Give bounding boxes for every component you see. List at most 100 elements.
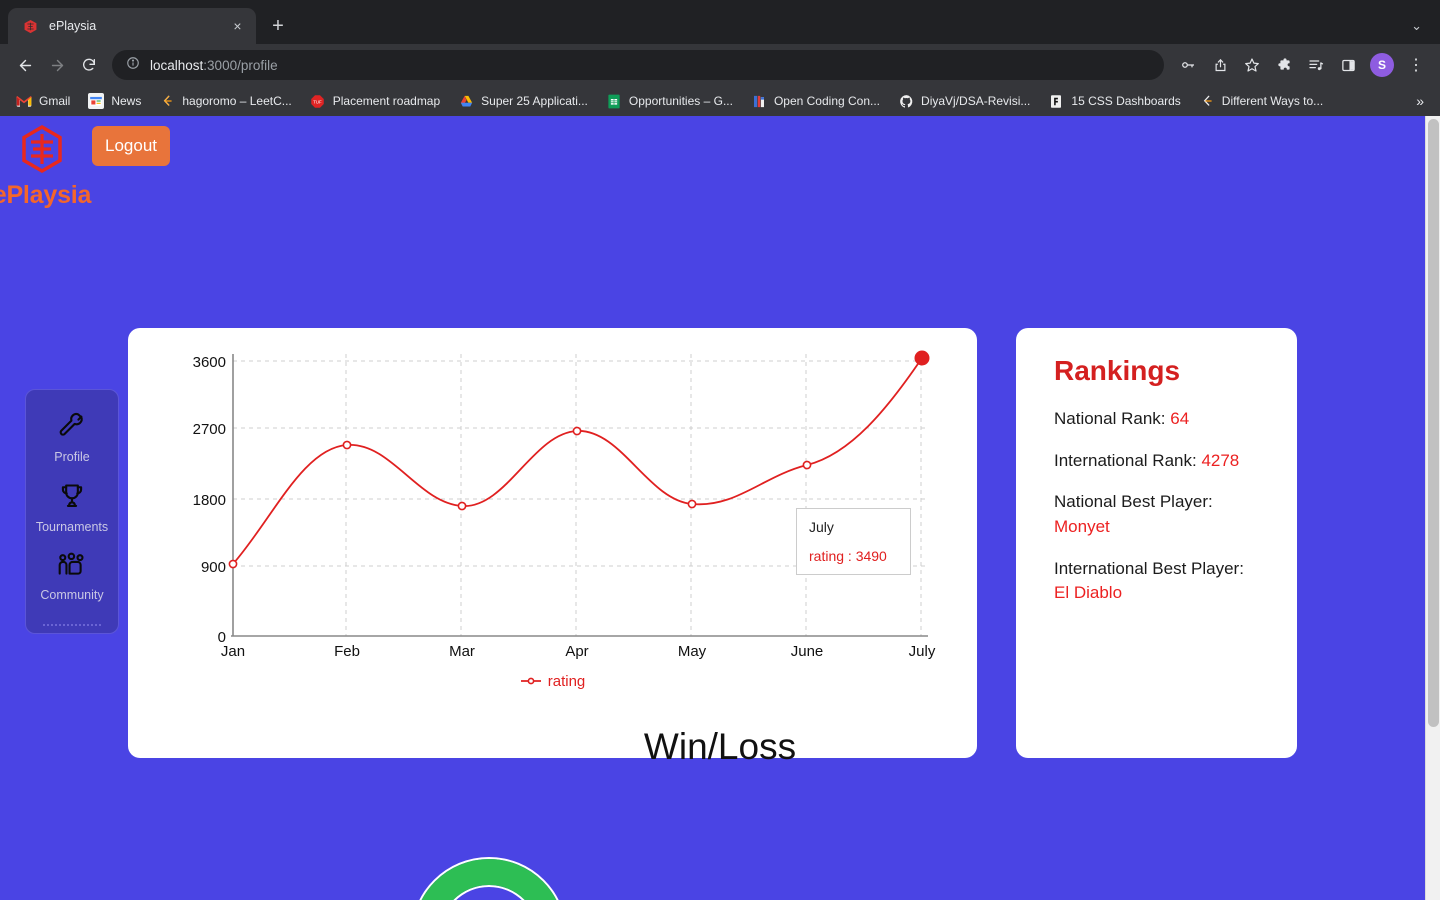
github-icon: [898, 93, 914, 109]
svg-text:3600: 3600: [193, 354, 226, 371]
bookmark-label: Super 25 Applicati...: [481, 94, 588, 108]
ranking-value: El Diablo: [1054, 583, 1123, 603]
chart-y-ticks: 3600 2700 1800 900 0: [193, 354, 226, 646]
ranking-label: National Rank:: [1054, 409, 1166, 428]
bookmark-different-ways[interactable]: Different Ways to...: [1191, 90, 1331, 112]
figma-icon: [1048, 93, 1064, 109]
sidebar-divider: [43, 624, 101, 626]
svg-text:Apr: Apr: [565, 643, 588, 660]
forward-icon[interactable]: [42, 50, 72, 80]
site-info-icon[interactable]: [126, 56, 140, 75]
side-panel-icon[interactable]: [1334, 51, 1362, 79]
bookmark-label: hagoromo – LeetC...: [182, 94, 292, 108]
trophy-icon: [57, 482, 87, 515]
ranking-row-international-best-player: International Best Player: El Diablo: [1054, 557, 1259, 606]
people-icon: [56, 552, 88, 583]
bookmark-label: Open Coding Con...: [773, 94, 881, 108]
leetcode-icon: [159, 93, 175, 109]
google-sheets-icon: [606, 93, 622, 109]
scrollbar-thumb[interactable]: [1428, 119, 1439, 727]
sidebar-item-tournaments[interactable]: Tournaments: [26, 482, 118, 534]
bookmark-label: Gmail: [39, 94, 71, 108]
rating-data-points: [228, 426, 812, 569]
bookmark-leetcode[interactable]: hagoromo – LeetC...: [151, 90, 299, 112]
sidebar-item-label: Community: [40, 588, 104, 602]
share-icon[interactable]: [1206, 51, 1234, 79]
svg-text:Feb: Feb: [334, 643, 360, 660]
svg-text:June: June: [791, 643, 824, 660]
sidebar-item-community[interactable]: Community: [26, 552, 118, 602]
point-june: [802, 460, 812, 470]
star-icon[interactable]: [1238, 51, 1266, 79]
url-host: localhost: [150, 57, 204, 73]
bookmark-label: DiyaVj/DSA-Revisi...: [921, 94, 1031, 108]
ranking-value: 4278: [1201, 450, 1240, 470]
sidebar-item-label: Profile: [54, 450, 90, 464]
brand-logo[interactable]: ePlaysia: [0, 124, 92, 210]
sidebar: Profile Tournaments Community: [25, 389, 119, 634]
ranking-row-international-rank: International Rank: 4278: [1054, 449, 1259, 474]
bookmarks-overflow-button[interactable]: »: [1408, 93, 1432, 109]
browser-menu-icon[interactable]: ⋮: [1402, 51, 1430, 79]
leetcode-icon: [1199, 93, 1215, 109]
avatar[interactable]: S: [1370, 53, 1394, 77]
svg-text:1800: 1800: [193, 492, 226, 509]
reading-list-icon[interactable]: [1302, 51, 1330, 79]
page-scrollbar[interactable]: [1425, 116, 1440, 900]
point-july-active[interactable]: [914, 350, 930, 366]
stop-sign-icon: TUF: [310, 93, 326, 109]
ranking-row-national-best-player: National Best Player: Monyet: [1054, 490, 1259, 539]
sidebar-item-profile[interactable]: Profile: [26, 412, 118, 464]
bookmark-css-dashboards[interactable]: 15 CSS Dashboards: [1040, 90, 1188, 112]
address-bar[interactable]: localhost:3000/profile: [112, 50, 1164, 80]
winloss-donut-chart: [413, 859, 565, 900]
chevron-down-icon[interactable]: ⌄: [1411, 18, 1422, 34]
logout-button[interactable]: Logout: [92, 126, 170, 166]
bookmark-label: Different Ways to...: [1221, 94, 1324, 108]
bookmark-gmail[interactable]: Gmail: [8, 90, 78, 112]
back-icon[interactable]: [10, 50, 40, 80]
url-path: :3000/profile: [203, 57, 278, 73]
tooltip-value: rating : 3490: [809, 548, 887, 564]
brand-name: ePlaysia: [0, 181, 92, 209]
eplaysia-hex-icon: [22, 18, 39, 35]
svg-text:2700: 2700: [193, 421, 226, 438]
rating-chart-card: 3600 2700 1800 900 0 Jan Feb Mar Apr May…: [128, 328, 977, 758]
chart-grid: [233, 354, 926, 636]
point-feb: [342, 440, 352, 450]
legend-marker-icon: [520, 673, 542, 690]
gmail-icon: [16, 93, 32, 109]
browser-chrome: ePlaysia × + ⌄ localhost:3000/profile S …: [0, 0, 1440, 116]
point-may: [687, 499, 697, 509]
chart-x-ticks: Jan Feb Mar Apr May June July: [221, 643, 936, 660]
bookmark-github[interactable]: DiyaVj/DSA-Revisi...: [890, 90, 1038, 112]
svg-text:May: May: [678, 643, 707, 660]
bookmark-label: Placement roadmap: [332, 94, 441, 108]
bookmark-opportunities[interactable]: Opportunities – G...: [598, 90, 741, 112]
extensions-icon[interactable]: [1270, 51, 1298, 79]
address-bar-text: localhost:3000/profile: [150, 58, 278, 73]
tooltip-title: July: [809, 519, 834, 535]
ranking-label: International Best Player:: [1054, 558, 1244, 578]
reload-icon[interactable]: [74, 50, 104, 80]
point-apr: [572, 426, 582, 436]
svg-text:July: July: [909, 643, 936, 660]
chart-tooltip: July rating : 3490: [796, 508, 911, 575]
bookmark-news[interactable]: News: [80, 90, 149, 112]
bookmark-label: 15 CSS Dashboards: [1071, 94, 1181, 108]
svg-text:Mar: Mar: [449, 643, 475, 660]
bookmark-open-coding[interactable]: Open Coding Con...: [743, 90, 888, 112]
chart-axes: [231, 354, 928, 637]
bookmark-super25[interactable]: Super 25 Applicati...: [450, 90, 596, 112]
bookmarks-bar: Gmail News hagoromo – LeetC... TUF Place…: [0, 86, 1440, 116]
close-icon[interactable]: ×: [229, 18, 246, 35]
ranking-row-national-rank: National Rank: 64: [1054, 407, 1259, 432]
legend-label: rating: [547, 673, 586, 690]
ranking-label: National Best Player:: [1054, 492, 1213, 512]
bookmark-placement-roadmap[interactable]: TUF Placement roadmap: [302, 90, 448, 112]
new-tab-button[interactable]: +: [264, 12, 292, 40]
key-icon[interactable]: [1174, 51, 1202, 79]
chart-legend[interactable]: rating: [128, 673, 977, 690]
browser-tab[interactable]: ePlaysia ×: [8, 8, 256, 44]
ranking-value: 64: [1170, 409, 1190, 428]
